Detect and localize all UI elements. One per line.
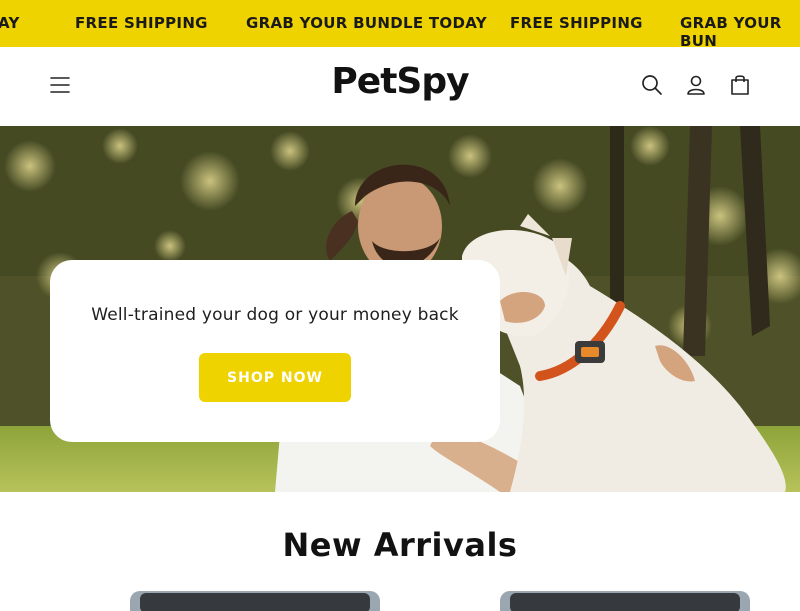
product-card[interactable]: [130, 591, 380, 611]
account-icon: [687, 75, 705, 95]
account-button[interactable]: [680, 69, 712, 101]
announcement-item: FREE SHIPPING: [75, 14, 208, 32]
announcement-item: GRAB YOUR BUN: [680, 14, 782, 47]
announcement-item: AY: [0, 14, 20, 32]
product-image: [510, 593, 740, 611]
search-icon: [642, 75, 662, 95]
cart-icon: [731, 75, 749, 95]
announcement-item: FREE SHIPPING: [510, 14, 643, 32]
section-title: New Arrivals: [282, 526, 518, 564]
site-header: PetSpy: [0, 47, 800, 127]
hero-card: Well-trained your dog or your money back…: [50, 260, 500, 442]
product-card[interactable]: [500, 591, 750, 611]
hero-banner: Well-trained your dog or your money back…: [0, 126, 800, 492]
search-button[interactable]: [636, 69, 668, 101]
product-image: [140, 593, 370, 611]
announcement-bar: AY FREE SHIPPING GRAB YOUR BUNDLE TODAY …: [0, 0, 800, 47]
announcement-item: GRAB YOUR BUNDLE TODAY: [246, 14, 487, 32]
shop-now-button[interactable]: SHOP NOW: [199, 353, 351, 402]
cart-button[interactable]: [724, 69, 756, 101]
hero-headline: Well-trained your dog or your money back: [91, 305, 459, 325]
